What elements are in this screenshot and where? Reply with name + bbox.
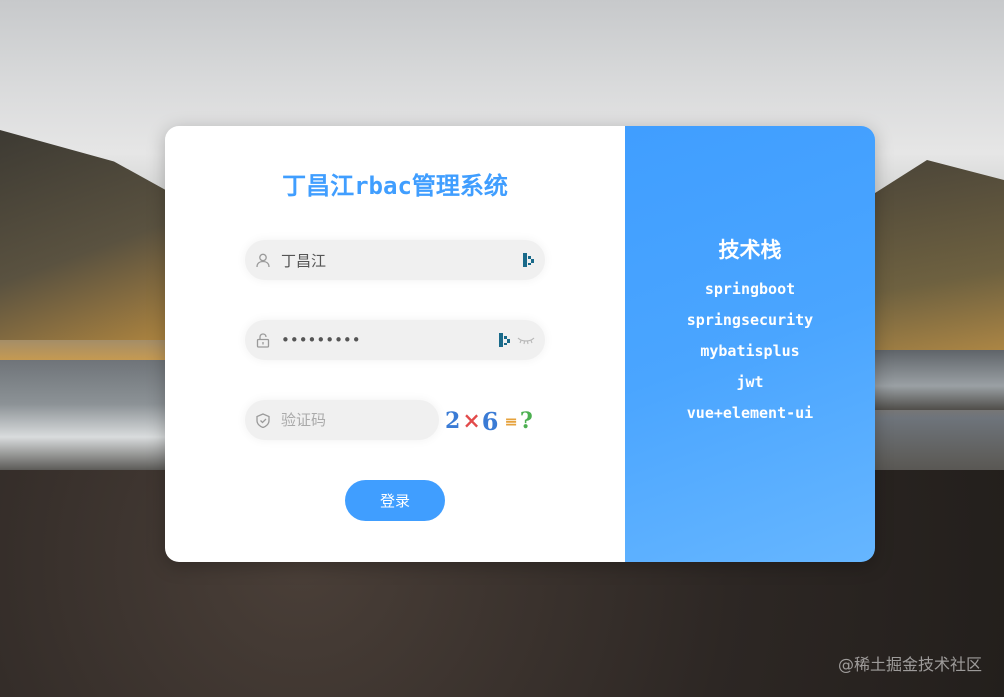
captcha-field <box>245 400 439 440</box>
tech-stack-item: vue+element-ui <box>686 404 814 422</box>
watermark: @稀土掘金技术社区 <box>837 655 982 674</box>
tech-stack-item: jwt <box>736 373 764 391</box>
water-right <box>874 350 1004 410</box>
captcha-char: 2 <box>445 408 461 434</box>
tech-stack-panel: 技术栈 springboot springsecurity mybatisplu… <box>625 126 875 562</box>
password-manager-icon[interactable] <box>523 253 535 267</box>
captcha-image[interactable]: 2 × 6 ≡ ? <box>445 406 545 436</box>
username-input[interactable] <box>281 251 523 269</box>
captcha-char: ? <box>519 408 533 434</box>
mountain-left <box>0 130 190 340</box>
username-field <box>245 240 545 280</box>
tech-stack-item: springboot <box>704 280 796 298</box>
password-input[interactable] <box>281 331 499 349</box>
mountain-right <box>864 160 1004 360</box>
tech-stack-item: springsecurity <box>686 311 814 329</box>
lock-icon <box>255 332 271 348</box>
login-button[interactable]: 登录 <box>345 480 445 521</box>
captcha-char: ≡ <box>504 411 518 431</box>
water-left <box>0 360 170 470</box>
tech-stack-item: mybatisplus <box>700 342 800 360</box>
password-manager-icon[interactable] <box>499 333 511 347</box>
tech-stack-title: 技术栈 <box>718 238 782 262</box>
login-panel: 丁昌江rbac管理系统 丁昌江 验证码 2 × 6 ≡ ? 登录 <box>165 126 625 562</box>
page-title: 丁昌江rbac管理系统 <box>282 172 508 200</box>
user-icon <box>255 252 271 268</box>
login-card: 丁昌江rbac管理系统 丁昌江 验证码 2 × 6 ≡ ? 登录 技术栈 spr… <box>165 126 875 562</box>
captcha-input[interactable] <box>281 411 429 429</box>
captcha-char: × <box>462 408 481 434</box>
password-field <box>245 320 545 360</box>
eye-closed-icon[interactable] <box>517 335 535 345</box>
shield-icon <box>255 412 271 428</box>
captcha-char: 6 <box>481 406 499 436</box>
